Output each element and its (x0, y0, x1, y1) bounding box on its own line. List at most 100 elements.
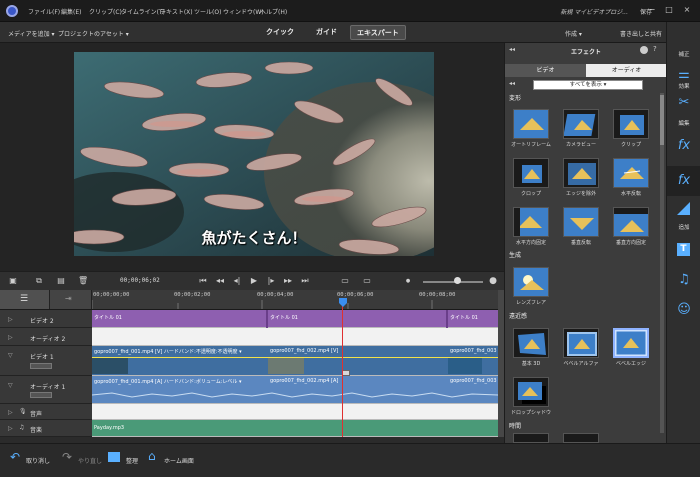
panel-menu-icon[interactable] (640, 46, 648, 54)
track-lane-audio2[interactable] (92, 328, 498, 346)
rail-label-add[interactable]: 追加 (667, 223, 700, 231)
trash-icon[interactable]: 🗑 (78, 276, 88, 286)
effect-crop[interactable]: クロップ (513, 158, 553, 197)
crop-icon[interactable]: ⧉ (34, 276, 44, 286)
monitor-settings-icon[interactable]: ▭ (362, 276, 372, 286)
rail-label-effects[interactable]: 効果 (667, 82, 700, 90)
help-icon[interactable]: ? (653, 45, 657, 53)
menu-edit[interactable]: 編集(E) (61, 7, 81, 16)
track-lane-audio1[interactable]: gopro007_fhd_001.mp4 [A] ハードバンド:ボリューム:レベ… (92, 376, 498, 404)
track-lane-video1[interactable]: gopro007_fhd_001.mp4 [V] ハードバンド:不透明度:不透明… (92, 346, 498, 376)
menu-tools[interactable]: ツール(O) (194, 7, 221, 16)
redo-button[interactable]: やり直し (78, 456, 102, 465)
track-lane-video2[interactable]: タイトル 01 タイトル 01 タイトル 01 (92, 310, 498, 328)
opacity-line[interactable] (92, 357, 498, 358)
effect-lens-flare[interactable]: レンズフレア (513, 267, 553, 306)
play-icon[interactable]: ▶ (249, 276, 259, 286)
collapse-icon[interactable]: ▽ (8, 382, 13, 389)
rail-label-adjust[interactable]: 補正 (667, 50, 700, 58)
maximize-button[interactable]: □ (662, 4, 676, 16)
expand-icon[interactable]: ▷ (8, 316, 13, 323)
timeline-ruler[interactable]: ☰ ⇥ 00;00;00;00 00;00;02;00 00;00;04;00 … (0, 290, 504, 310)
home-icon[interactable]: ⌂ (148, 449, 156, 463)
zoom-slider-knob[interactable] (454, 277, 461, 284)
menu-file[interactable]: ファイル(F) (28, 7, 60, 16)
adjust-sliders-icon[interactable]: ⚌ (667, 67, 700, 82)
menu-help[interactable]: ヘルプ(H) (260, 7, 287, 16)
track-lane-music[interactable]: Payday.mp3 (92, 420, 498, 437)
effect-thumbnail[interactable] (563, 433, 599, 443)
step-forward-icon[interactable]: ▸▸ (283, 276, 293, 286)
music-icon[interactable]: ♫ (667, 272, 700, 287)
rail-label-edit[interactable]: 編集 (667, 119, 700, 127)
transition-icon[interactable] (677, 202, 690, 215)
mode-guided-tab[interactable]: ガイド (316, 25, 337, 40)
title-clip[interactable]: タイトル 01 (448, 314, 498, 321)
effect-basic-3d[interactable]: 基本 3D (513, 328, 553, 367)
effect-autoreframe[interactable]: オートリフレーム (511, 109, 553, 148)
undo-button[interactable]: 取り消し (26, 456, 50, 465)
audio-clip[interactable]: gopro007_fhd_001.mp4 [A] ハードバンド:ボリューム:レベ… (92, 378, 266, 385)
music-clip[interactable]: Payday.mp3 (92, 425, 498, 431)
collapse-icon[interactable]: ▽ (8, 352, 13, 359)
panel-collapse-icon[interactable]: ◂◂ (509, 80, 515, 87)
redo-icon[interactable]: ↷ (62, 450, 72, 464)
menu-text[interactable]: テキスト(X) (160, 7, 193, 16)
expand-icon[interactable]: ▷ (8, 409, 13, 416)
menu-clip[interactable]: クリップ(C) (89, 7, 122, 16)
track-header-audio2[interactable]: ▷ オーディオ 2 (0, 328, 92, 346)
effect-horizontal-flip[interactable]: 水平反転 (613, 158, 653, 197)
track-header-voice[interactable]: ▷ 🎙 音声 (0, 404, 92, 420)
effect-vertical-hold[interactable]: 垂直方向固定 (613, 207, 653, 246)
menu-window[interactable]: ウィンドウ(W) (223, 7, 264, 16)
track-header-video1[interactable]: ▽ ビデオ 1 (0, 346, 92, 376)
track-controls[interactable] (30, 392, 52, 398)
project-assets-button[interactable]: プロジェクトのアセット ▾ (58, 29, 129, 38)
rail-fx-active[interactable]: fx (667, 166, 700, 196)
effect-thumbnail[interactable] (513, 433, 549, 443)
tab-audio[interactable]: オーディオ (586, 64, 667, 77)
fx-pen-icon[interactable]: fx (667, 138, 700, 153)
tab-video[interactable]: ビデオ (505, 64, 586, 77)
title-clip[interactable]: タイトル 01 (92, 314, 266, 321)
effect-camera-view[interactable]: カメラビュー (563, 109, 603, 148)
camera-icon[interactable]: ▣ (8, 276, 18, 286)
audio-clip[interactable]: gopro007_fhd_003 (448, 378, 498, 384)
zoom-out-icon[interactable]: ● (403, 276, 413, 286)
effect-bevel-edge[interactable]: ベベルエッジ (613, 328, 653, 367)
menu-timeline[interactable]: タイムライン(T) (121, 7, 165, 16)
panel-scrollbar-thumb[interactable] (660, 95, 664, 145)
zoom-in-icon[interactable]: ● (488, 276, 498, 286)
video-clip[interactable]: gopro007_fhd_003 (448, 348, 498, 354)
organizer-button[interactable]: 整理 (126, 456, 138, 465)
graphics-smiley-icon[interactable]: ☺ (667, 302, 700, 317)
effect-edge-feather[interactable]: エッジを除外 (563, 158, 603, 197)
undo-icon[interactable]: ↶ (10, 450, 20, 464)
go-to-end-icon[interactable]: ⏭ (300, 276, 310, 286)
mode-expert-tab[interactable]: エキスパート (350, 25, 406, 40)
effect-bevel-alpha[interactable]: ベベルアルファ (563, 328, 603, 367)
film-icon[interactable]: ▤ (56, 276, 66, 286)
filter-dropdown[interactable]: すべてを表示 ▾ (533, 80, 643, 90)
frame-forward-icon[interactable]: |▸ (266, 276, 276, 286)
mode-quick-tab[interactable]: クイック (266, 25, 294, 40)
home-screen-button[interactable]: ホーム画面 (164, 456, 194, 465)
tools-icon[interactable]: ✂ (667, 95, 700, 110)
effect-vertical-flip[interactable]: 垂直反転 (563, 207, 603, 246)
step-back-icon[interactable]: ◂◂ (215, 276, 225, 286)
monitor-icon[interactable]: ▭ (340, 276, 350, 286)
organizer-icon[interactable] (108, 452, 120, 462)
export-share-button[interactable]: 書き出しと共有 (620, 29, 662, 38)
close-button[interactable]: × (680, 4, 694, 16)
frame-back-icon[interactable]: ◂| (232, 276, 242, 286)
effect-drop-shadow[interactable]: ドロップシャドウ (511, 377, 553, 416)
minimize-button[interactable]: − (645, 4, 659, 16)
video-clip[interactable]: gopro007_fhd_002.mp4 [V] (268, 348, 446, 354)
timecode-display[interactable]: 00;00;06;02 (120, 277, 160, 284)
track-controls[interactable] (30, 363, 52, 369)
track-header-video2[interactable]: ▷ ビデオ 2 (0, 310, 92, 328)
expand-icon[interactable]: ▷ (8, 334, 13, 341)
zoom-slider[interactable] (423, 281, 483, 283)
expand-icon[interactable]: ▷ (8, 425, 13, 432)
video-clip[interactable]: gopro007_fhd_001.mp4 [V] ハードバンド:不透明度:不透明… (92, 348, 266, 355)
